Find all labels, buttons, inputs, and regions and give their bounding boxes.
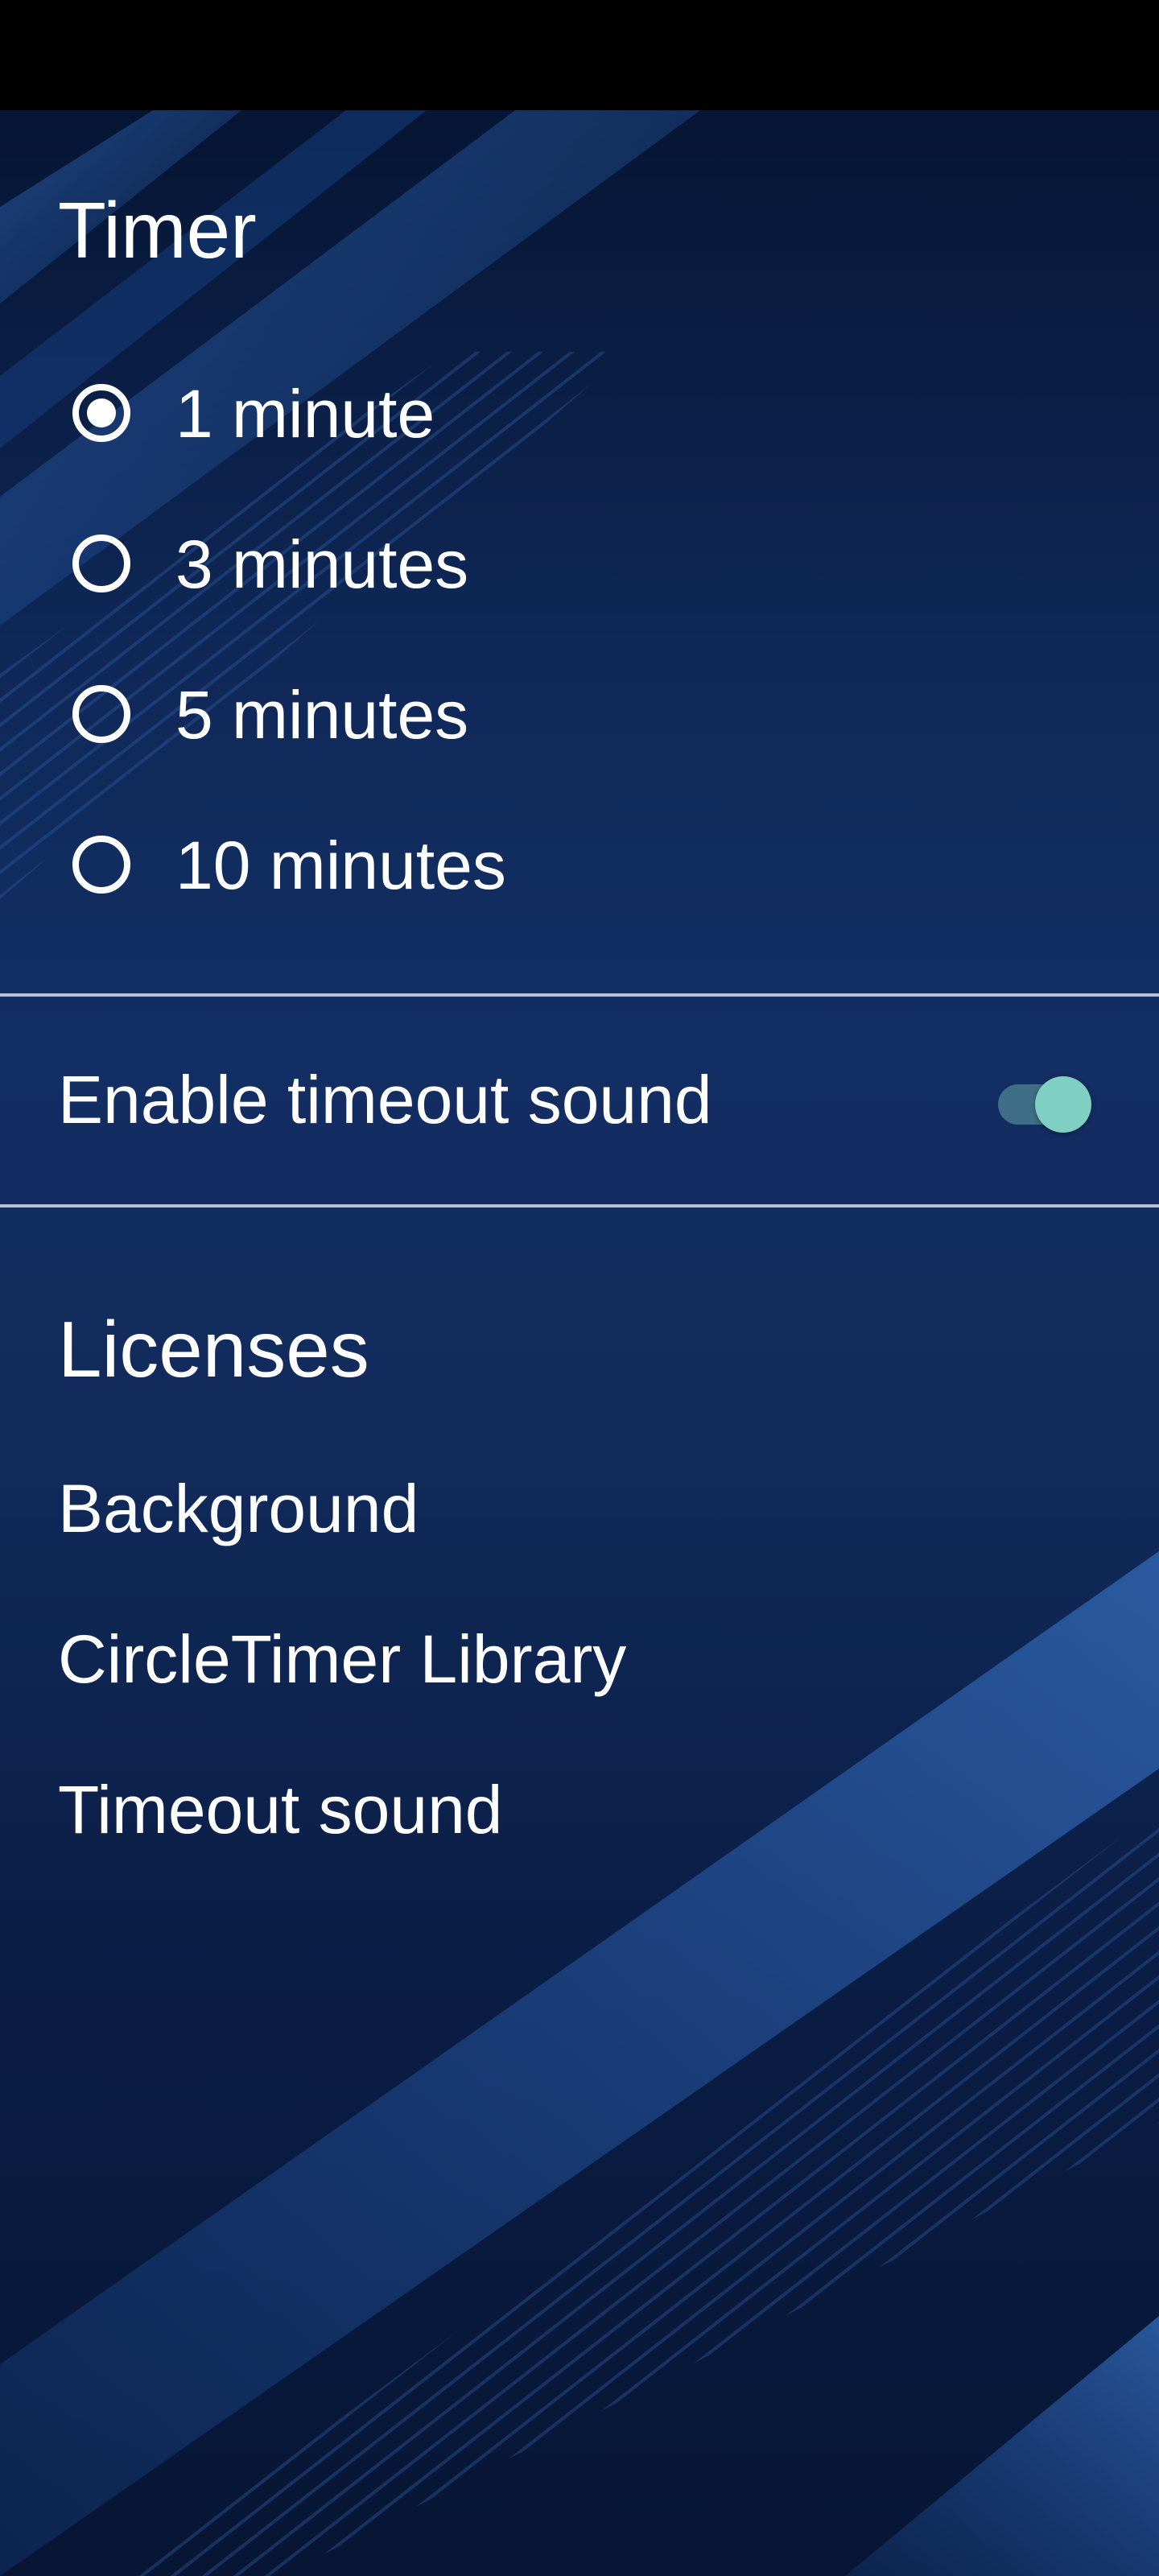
timer-section-title: Timer: [58, 186, 257, 275]
radio-option-5-minutes[interactable]: 5 minutes: [0, 639, 1159, 789]
timeout-sound-setting[interactable]: Enable timeout sound: [0, 998, 1159, 1204]
license-item-timeout-sound[interactable]: Timeout sound: [58, 1773, 503, 1847]
timeout-sound-toggle[interactable]: [998, 1076, 1093, 1133]
licenses-section-title: Licenses: [58, 1305, 369, 1393]
radio-option-1-minute[interactable]: 1 minute: [0, 338, 1159, 488]
radio-button-unchecked-icon[interactable]: [72, 685, 130, 743]
radio-option-label: 10 minutes: [175, 828, 506, 903]
radio-button-unchecked-icon[interactable]: [72, 535, 130, 592]
license-item-circletimer-library[interactable]: CircleTimer Library: [58, 1622, 626, 1697]
radio-option-label: 5 minutes: [175, 677, 469, 753]
status-bar: [0, 0, 1159, 110]
license-item-background[interactable]: Background: [58, 1472, 419, 1546]
radio-button-unchecked-icon[interactable]: [72, 836, 130, 894]
divider: [0, 1204, 1159, 1208]
radio-option-label: 1 minute: [175, 376, 435, 452]
radio-button-checked-icon[interactable]: [72, 384, 130, 442]
radio-option-3-minutes[interactable]: 3 minutes: [0, 489, 1159, 638]
radio-option-label: 3 minutes: [175, 526, 469, 602]
divider: [0, 993, 1159, 997]
radio-option-10-minutes[interactable]: 10 minutes: [0, 790, 1159, 939]
timeout-sound-label: Enable timeout sound: [58, 1062, 712, 1137]
toggle-thumb: [1035, 1076, 1091, 1133]
